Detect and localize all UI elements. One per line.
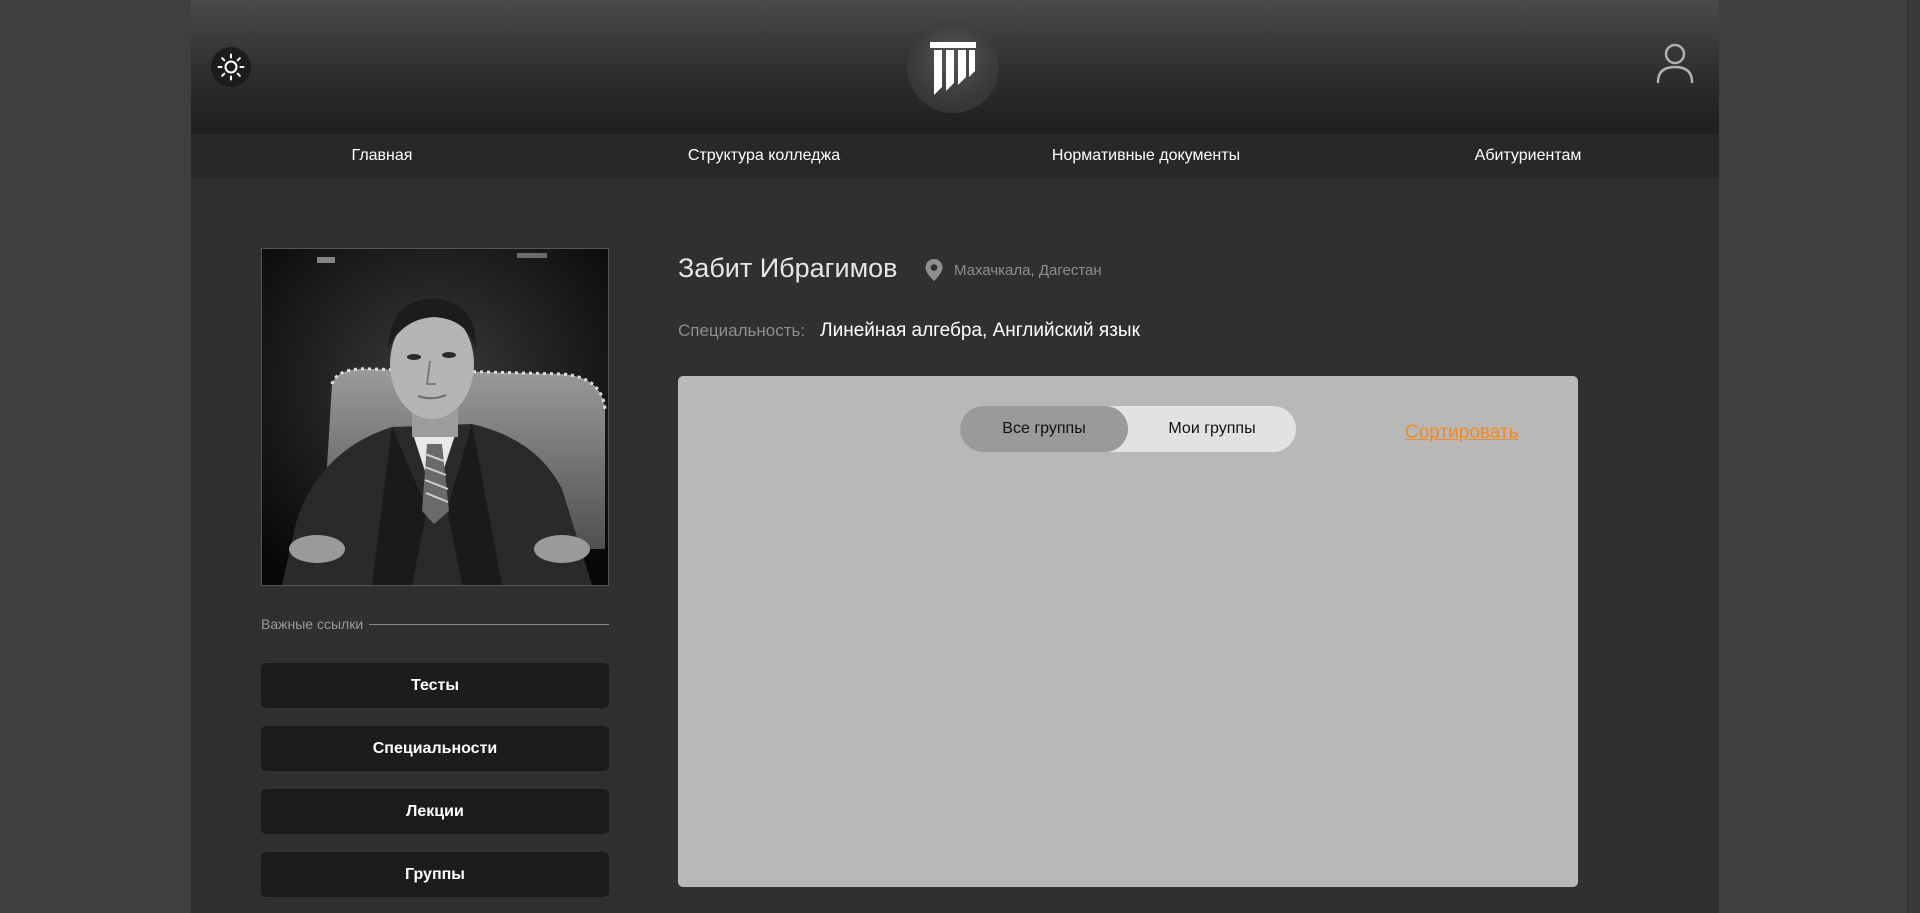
lectures-button[interactable]: Лекции (261, 789, 609, 834)
specialties-button[interactable]: Специальности (261, 726, 609, 771)
user-profile-button[interactable] (1652, 40, 1698, 86)
nav-item-college-structure[interactable]: Структура колледжа (573, 134, 955, 178)
nav-item-home[interactable]: Главная (191, 134, 573, 178)
location-text: Махачкала, Дагестан (954, 261, 1102, 279)
important-links-label: Важные ссылки (261, 616, 364, 632)
user-icon (1656, 43, 1694, 84)
specialty-row: Специальность: Линейная алгебра, Английс… (678, 320, 1140, 342)
columns-logo-icon (930, 42, 976, 95)
main-nav: Главная Структура колледжа Нормативные д… (191, 134, 1719, 178)
specialty-value: Линейная алгебра, Английский язык (820, 320, 1140, 341)
groups-button[interactable]: Группы (261, 852, 609, 897)
important-links-heading: Важные ссылки (261, 614, 609, 634)
college-logo[interactable] (907, 21, 999, 113)
nav-item-applicants[interactable]: Абитуриентам (1337, 134, 1719, 178)
sort-link[interactable]: Сортировать (1405, 422, 1519, 444)
tab-my-groups[interactable]: Мои группы (1128, 406, 1296, 452)
scrollbar[interactable] (1907, 0, 1920, 913)
tests-button[interactable]: Тесты (261, 663, 609, 708)
location: Махачкала, Дагестан (924, 258, 1102, 282)
profile-name: Забит Ибрагимов (678, 253, 898, 283)
header (191, 0, 1719, 134)
sun-icon (217, 53, 245, 81)
divider (369, 623, 609, 625)
profile-photo (261, 248, 609, 586)
map-pin-icon (925, 259, 943, 281)
nav-item-regulatory-documents[interactable]: Нормативные документы (955, 134, 1337, 178)
tab-all-groups[interactable]: Все группы (960, 406, 1128, 452)
page: Главная Структура колледжа Нормативные д… (191, 0, 1719, 913)
groups-panel: Все группы Мои группы Сортировать (678, 376, 1578, 887)
specialty-label: Специальность: (678, 321, 806, 340)
theme-toggle-button[interactable] (211, 47, 251, 87)
groups-filter-switch: Все группы Мои группы (960, 406, 1296, 452)
